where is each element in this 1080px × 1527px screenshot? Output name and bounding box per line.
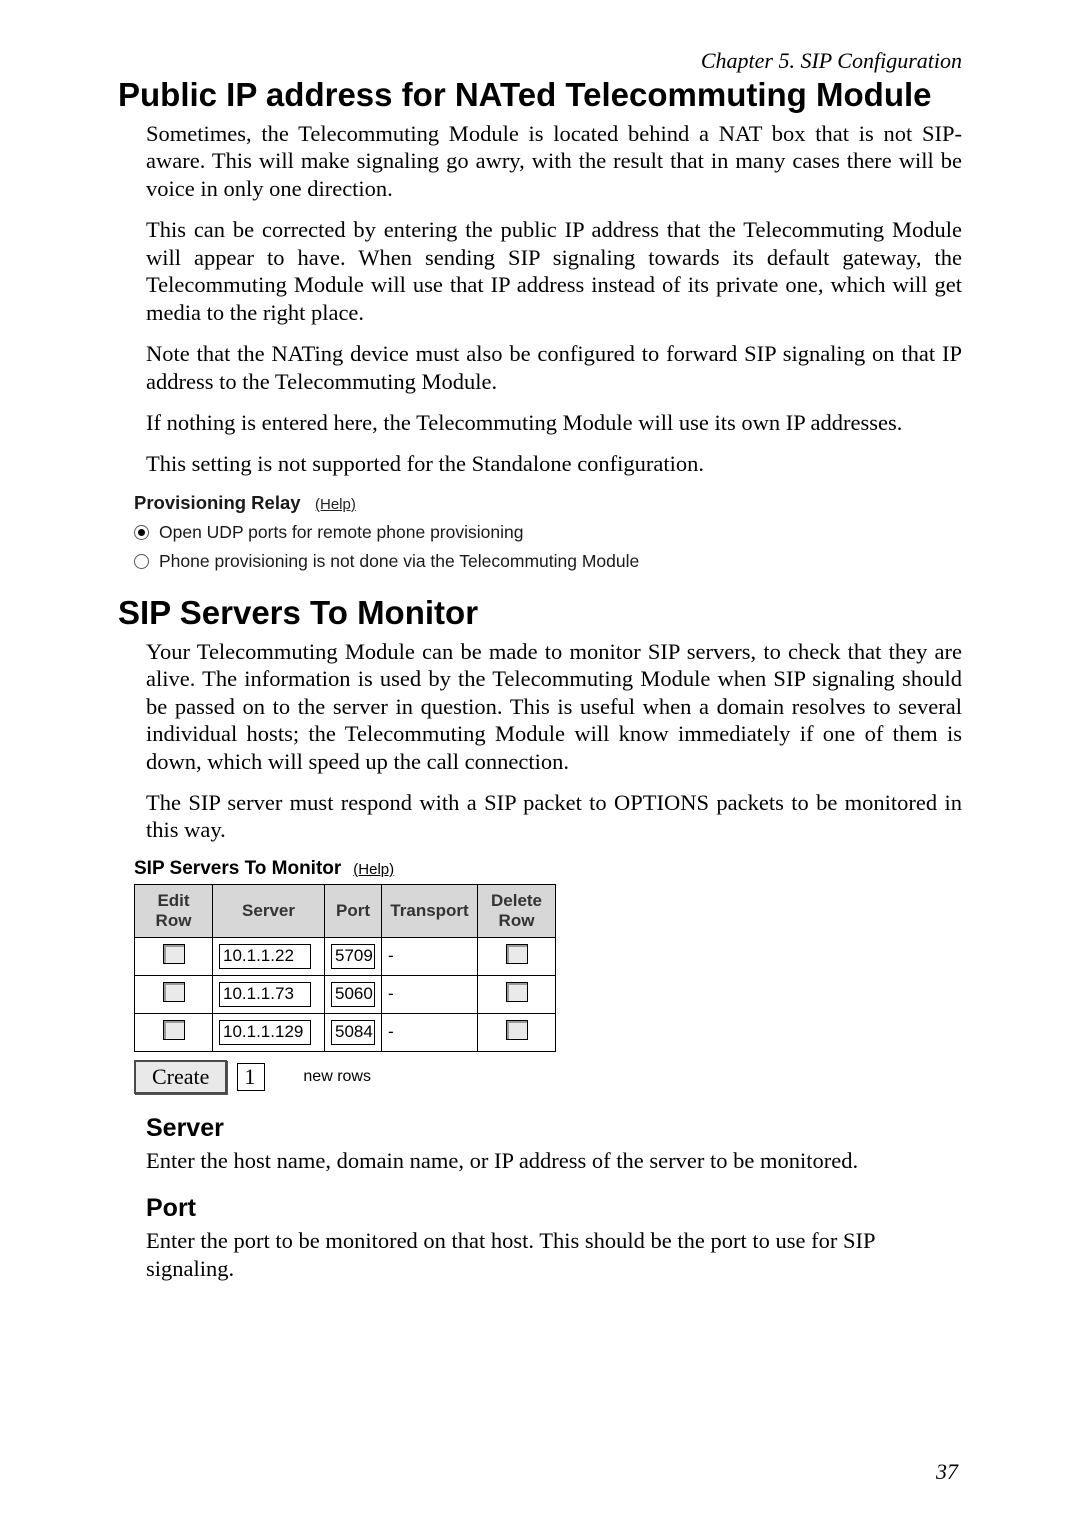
para: If nothing is entered here, the Telecomm… bbox=[146, 409, 962, 436]
help-link[interactable]: (Help) bbox=[315, 496, 356, 513]
delete-row-checkbox[interactable] bbox=[506, 1020, 528, 1040]
delete-row-checkbox[interactable] bbox=[506, 944, 528, 964]
table-row: 10.1.1.73 5060 - bbox=[135, 975, 556, 1013]
para: Enter the port to be monitored on that h… bbox=[146, 1227, 962, 1282]
subheading-port: Port bbox=[146, 1194, 962, 1223]
port-input[interactable]: 5060 bbox=[331, 982, 375, 1007]
transport-cell: - bbox=[382, 975, 478, 1013]
table-row: 10.1.1.129 5084 - bbox=[135, 1013, 556, 1051]
para: Sometimes, the Telecommuting Module is l… bbox=[146, 120, 962, 202]
para: Your Telecommuting Module can be made to… bbox=[146, 638, 962, 775]
col-delete: Delete Row bbox=[478, 884, 556, 937]
edit-row-checkbox[interactable] bbox=[163, 982, 185, 1002]
col-port: Port bbox=[325, 884, 382, 937]
server-input[interactable]: 10.1.1.22 bbox=[219, 944, 311, 969]
col-edit: Edit Row bbox=[135, 884, 213, 937]
page-number: 37 bbox=[936, 1459, 958, 1485]
radio-option-open-udp[interactable]: Open UDP ports for remote phone provisio… bbox=[134, 522, 962, 543]
provisioning-relay-title: Provisioning Relay bbox=[134, 492, 301, 513]
radio-label: Phone provisioning is not done via the T… bbox=[159, 551, 639, 572]
port-input[interactable]: 5709 bbox=[331, 944, 375, 969]
radio-option-not-done[interactable]: Phone provisioning is not done via the T… bbox=[134, 551, 962, 572]
radio-label: Open UDP ports for remote phone provisio… bbox=[159, 522, 523, 543]
create-button[interactable]: Create bbox=[134, 1060, 227, 1094]
sip-servers-widget: SIP Servers To Monitor (Help) Edit Row S… bbox=[134, 858, 962, 1094]
transport-cell: - bbox=[382, 937, 478, 975]
edit-row-checkbox[interactable] bbox=[163, 944, 185, 964]
subheading-server: Server bbox=[146, 1114, 962, 1143]
col-transport: Transport bbox=[382, 884, 478, 937]
chapter-header: Chapter 5. SIP Configuration bbox=[118, 48, 962, 74]
section-title-public-ip: Public IP address for NATed Telecommutin… bbox=[118, 76, 962, 114]
para: This setting is not supported for the St… bbox=[146, 450, 962, 477]
edit-row-checkbox[interactable] bbox=[163, 1020, 185, 1040]
section-title-sip-servers: SIP Servers To Monitor bbox=[118, 594, 962, 632]
sip-servers-table: Edit Row Server Port Transport Delete Ro… bbox=[134, 884, 556, 1052]
delete-row-checkbox[interactable] bbox=[506, 982, 528, 1002]
radio-icon bbox=[134, 554, 149, 569]
para: This can be corrected by entering the pu… bbox=[146, 216, 962, 326]
provisioning-relay-block: Provisioning Relay (Help) Open UDP ports… bbox=[134, 492, 962, 572]
help-link[interactable]: (Help) bbox=[353, 861, 394, 878]
new-rows-label: new rows bbox=[303, 1068, 371, 1086]
server-input[interactable]: 10.1.1.73 bbox=[219, 982, 311, 1007]
transport-cell: - bbox=[382, 1013, 478, 1051]
port-input[interactable]: 5084 bbox=[331, 1020, 375, 1045]
table-header-row: Edit Row Server Port Transport Delete Ro… bbox=[135, 884, 556, 937]
col-server: Server bbox=[213, 884, 325, 937]
server-input[interactable]: 10.1.1.129 bbox=[219, 1020, 311, 1045]
para: The SIP server must respond with a SIP p… bbox=[146, 789, 962, 844]
para: Enter the host name, domain name, or IP … bbox=[146, 1147, 962, 1174]
radio-icon bbox=[134, 525, 149, 540]
widget-title: SIP Servers To Monitor bbox=[134, 858, 341, 879]
new-rows-input[interactable]: 1 bbox=[237, 1063, 265, 1091]
create-rows-row: Create 1 new rows bbox=[134, 1060, 962, 1094]
table-row: 10.1.1.22 5709 - bbox=[135, 937, 556, 975]
para: Note that the NATing device must also be… bbox=[146, 340, 962, 395]
